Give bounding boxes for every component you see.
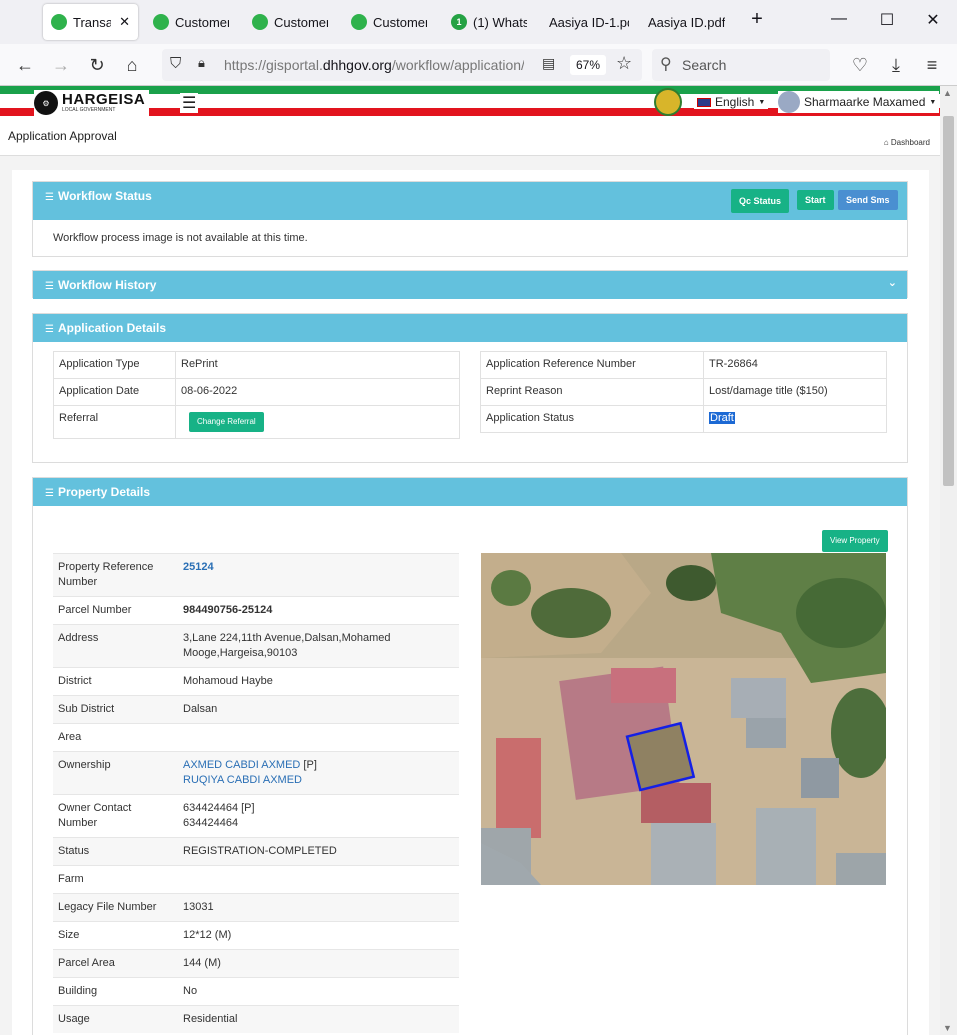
government-seal-icon [654, 88, 682, 116]
status-badge: Draft [709, 412, 735, 424]
chevron-down-icon: ▼ [758, 98, 766, 106]
table-row: District Mohamoud Haybe [53, 667, 459, 696]
chevron-down-icon: ▼ [929, 98, 937, 106]
workflow-history-header[interactable]: ☰ Workflow History ⌄ [33, 271, 907, 299]
reader-view-icon[interactable]: ▤ [542, 55, 555, 72]
workflow-status-header: ☰ Workflow Status Qc Status Start Send Sm… [33, 182, 907, 220]
whatsapp-badge-icon: 1 [451, 14, 467, 30]
site-favicon-icon [51, 14, 67, 30]
forward-icon[interactable]: → [49, 54, 73, 76]
zoom-level[interactable]: 67% [570, 55, 607, 75]
tab-customer-3[interactable]: Customer | [343, 4, 435, 40]
logo-emblem-icon: ⚙ [34, 91, 58, 115]
uk-flag-icon [697, 97, 711, 107]
application-details-panel: ☰ Application Details Application Type ReP… [32, 313, 908, 463]
browser-nav-bar: ← → ↻ ⌂ ⛉ 🔒︎ https://gisportal.dhhgov.or… [0, 44, 957, 86]
chevron-down-icon[interactable]: ⌄ [888, 276, 897, 289]
reload-icon[interactable]: ↻ [85, 54, 109, 76]
scroll-thumb[interactable] [943, 116, 954, 486]
table-row: Address 3,Lane 224,11th Avenue,Dalsan,Moh… [53, 624, 459, 668]
application-details-right: Application Reference Number TR-26864 Rep… [480, 351, 887, 433]
search-input[interactable]: ⚲ Search [652, 49, 830, 81]
change-referral-button[interactable]: Change Referral [189, 412, 264, 432]
url-bar[interactable]: ⛉ 🔒︎ https://gisportal.dhhgov.org/workfl… [162, 49, 642, 81]
table-row: Status REGISTRATION-COMPLETED [53, 837, 459, 866]
pocket-icon[interactable]: ♡ [848, 54, 872, 76]
tab-transactions[interactable]: Transacti ✕ [43, 4, 138, 40]
table-row: Parcel Number 984490756-25124 [53, 596, 459, 625]
maximize-icon[interactable]: ☐ [872, 10, 902, 30]
qc-status-button[interactable]: Qc Status [731, 189, 790, 213]
table-row: Farm [53, 865, 459, 894]
browser-tab-bar: Transacti ✕ Customer | Customer | Custom… [0, 0, 957, 44]
site-header: ⚙ HARGEISA LOCAL GOVERNMENT ☰ English ▼ … [0, 86, 940, 118]
language-selector[interactable]: English ▼ [694, 95, 769, 109]
table-row: Sub District Dalsan [53, 695, 459, 724]
list-icon: ☰ [45, 192, 54, 203]
property-reference-link[interactable]: 25124 [183, 561, 214, 573]
application-details-left: Application Type RePrint Application Date… [53, 351, 460, 439]
site-favicon-icon [351, 14, 367, 30]
scroll-up-icon[interactable]: ▲ [943, 88, 952, 98]
breadcrumb[interactable]: ⌂ Dashboard [884, 138, 930, 147]
home-icon: ⌂ [883, 138, 891, 147]
shield-icon[interactable]: ⛉ [170, 55, 181, 72]
table-row: Ownership AXMED CABDI AXMED [P] RUQIYA CA… [53, 751, 459, 795]
table-row: Property Reference Number 25124 [53, 553, 459, 597]
workflow-message: Workflow process image is not available … [53, 232, 308, 244]
lock-icon[interactable]: 🔒︎ [198, 55, 205, 71]
close-window-icon[interactable]: ✕ [918, 10, 948, 30]
menu-icon[interactable]: ≡ [920, 54, 944, 76]
list-icon: ☰ [45, 488, 54, 499]
start-button[interactable]: Start [797, 190, 834, 210]
site-favicon-icon [153, 14, 169, 30]
table-row: Area [53, 723, 459, 752]
close-tab-icon[interactable]: ✕ [119, 14, 130, 30]
property-details-table: Property Reference Number 25124 Parcel Nu… [53, 553, 459, 1033]
page-scrollbar[interactable]: ▲ ▼ [940, 86, 957, 1035]
search-icon: ⚲ [660, 56, 672, 73]
aerial-image [481, 553, 886, 885]
workflow-history-panel[interactable]: ☰ Workflow History ⌄ [32, 270, 908, 299]
table-row: Usage Residential [53, 1005, 459, 1033]
new-tab-icon[interactable]: + [742, 8, 772, 31]
tab-aasiya-id-1[interactable]: Aasiya ID-1.pdf [541, 4, 637, 40]
table-row: Owner Contact Number 634424464 [P] 634424… [53, 794, 459, 838]
owner-link[interactable]: RUQIYA CABDI AXMED [183, 774, 302, 786]
site-logo[interactable]: ⚙ HARGEISA LOCAL GOVERNMENT [34, 90, 150, 116]
page-viewport: ⚙ HARGEISA LOCAL GOVERNMENT ☰ English ▼ … [0, 86, 940, 1035]
property-details-header: ☰ Property Details [33, 478, 907, 506]
page-title-bar: Application Approval ⌂ Dashboard [0, 118, 940, 156]
tab-whatsapp[interactable]: 1 (1) WhatsA [443, 4, 535, 40]
tab-aasiya-id[interactable]: Aasiya ID.pdf [640, 4, 736, 40]
avatar [778, 91, 800, 113]
tab-customer-2[interactable]: Customer | [244, 4, 336, 40]
url-text[interactable]: https://gisportal.dhhgov.org/workflow/ap… [224, 57, 524, 73]
owner-link[interactable]: AXMED CABDI AXMED [183, 759, 300, 771]
list-icon: ☰ [45, 324, 54, 335]
tab-customer-1[interactable]: Customer | [145, 4, 237, 40]
table-row: Building No [53, 977, 459, 1006]
minimize-icon[interactable]: — [824, 10, 854, 28]
site-favicon-icon [252, 14, 268, 30]
bookmark-star-icon[interactable]: ☆ [616, 53, 632, 74]
page-title: Application Approval [8, 129, 117, 143]
property-aerial-map[interactable] [481, 553, 886, 885]
send-sms-button[interactable]: Send Sms [838, 190, 898, 210]
hamburger-menu-icon[interactable]: ☰ [180, 93, 199, 113]
table-row: Parcel Area 144 (M) [53, 949, 459, 978]
content-card: ☰ Workflow Status Qc Status Start Send Sm… [12, 170, 929, 1035]
user-menu[interactable]: Sharmaarke Maxamed ▼ [778, 91, 940, 113]
workflow-status-panel: ☰ Workflow Status Qc Status Start Send Sm… [32, 181, 908, 257]
application-details-header: ☰ Application Details [33, 314, 907, 342]
table-row: Size 12*12 (M) [53, 921, 459, 950]
downloads-icon[interactable]: ⤓ [884, 54, 908, 76]
property-details-panel: ☰ Property Details View Property Property… [32, 477, 908, 1035]
view-property-button[interactable]: View Property [822, 530, 888, 552]
back-icon[interactable]: ← [13, 54, 37, 76]
table-row: Legacy File Number 13031 [53, 893, 459, 922]
list-icon: ☰ [45, 281, 54, 292]
home-icon[interactable]: ⌂ [120, 54, 144, 76]
scroll-down-icon[interactable]: ▼ [943, 1023, 952, 1033]
